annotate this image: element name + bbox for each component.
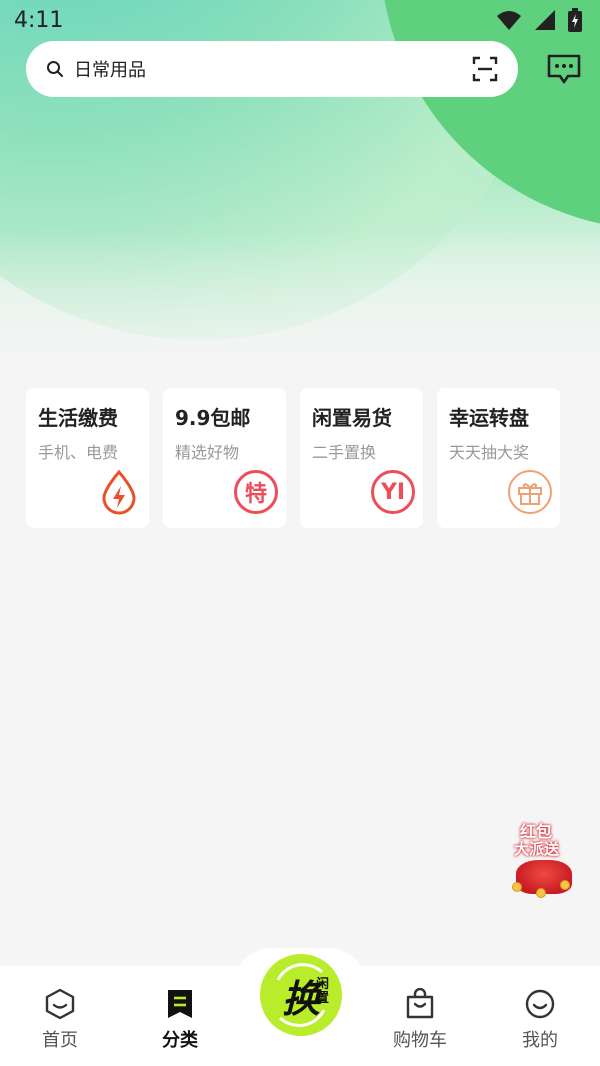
wifi-icon	[497, 11, 521, 30]
nav-category-label: 分类	[162, 1030, 198, 1051]
barter-center-button[interactable]: 换 闲置	[260, 954, 342, 1036]
card-title: 闲置易货	[312, 406, 392, 430]
card-bill-payment[interactable]: 生活缴费 手机、电费	[26, 388, 149, 528]
nav-home-label: 首页	[42, 1030, 78, 1051]
shopping-bag-icon	[406, 988, 434, 1019]
red-packet-promo[interactable]: 红包 大派送	[510, 816, 576, 898]
coin-icon	[560, 880, 570, 890]
category-icon	[168, 990, 192, 1018]
message-button[interactable]	[546, 51, 582, 87]
nav-category[interactable]: 分类	[140, 986, 220, 1052]
card-lucky-wheel[interactable]: 幸运转盘 天天抽大奖	[437, 388, 560, 528]
coin-icon	[536, 888, 546, 898]
card-title: 生活缴费	[38, 406, 118, 430]
card-title: 9.9包邮	[175, 406, 251, 430]
lightning-drop-icon	[97, 469, 141, 515]
promo-line2: 大派送	[514, 840, 560, 858]
signal-icon	[535, 10, 555, 30]
special-icon: 特	[234, 470, 278, 514]
gift-icon	[508, 470, 552, 514]
battery-icon	[568, 8, 582, 32]
status-bar: 4:11	[0, 0, 600, 40]
status-icons	[496, 8, 582, 32]
hero-fade	[0, 230, 600, 380]
coin-icon	[512, 882, 522, 892]
search-row: 日常用品	[26, 40, 586, 98]
nav-cart[interactable]: 购物车	[380, 986, 460, 1052]
search-box[interactable]: 日常用品	[26, 41, 518, 97]
service-cards: 生活缴费 手机、电费 9.9包邮 精选好物 特 闲置易货 二手置换 YI 幸运转…	[26, 388, 574, 528]
card-idle-barter[interactable]: 闲置易货 二手置换 YI	[300, 388, 423, 528]
center-small-label: 闲置	[316, 977, 330, 1006]
yi-icon: YI	[371, 470, 415, 514]
search-icon	[47, 61, 63, 77]
home-icon	[45, 988, 75, 1020]
card-subtitle: 天天抽大奖	[449, 443, 530, 462]
card-subtitle: 精选好物	[175, 443, 240, 462]
card-subtitle: 手机、电费	[38, 443, 119, 462]
nav-mine[interactable]: 我的	[500, 986, 580, 1052]
card-subtitle: 二手置换	[312, 443, 377, 462]
search-input[interactable]: 日常用品	[74, 56, 472, 82]
smile-face-icon	[525, 989, 555, 1019]
card-free-shipping[interactable]: 9.9包邮 精选好物 特	[163, 388, 286, 528]
scan-icon[interactable]	[472, 56, 498, 82]
card-title: 幸运转盘	[449, 406, 529, 430]
nav-mine-label: 我的	[522, 1030, 558, 1051]
nav-cart-label: 购物车	[393, 1030, 447, 1051]
message-icon	[547, 54, 581, 84]
status-time: 4:11	[14, 7, 64, 33]
nav-home[interactable]: 首页	[20, 986, 100, 1052]
